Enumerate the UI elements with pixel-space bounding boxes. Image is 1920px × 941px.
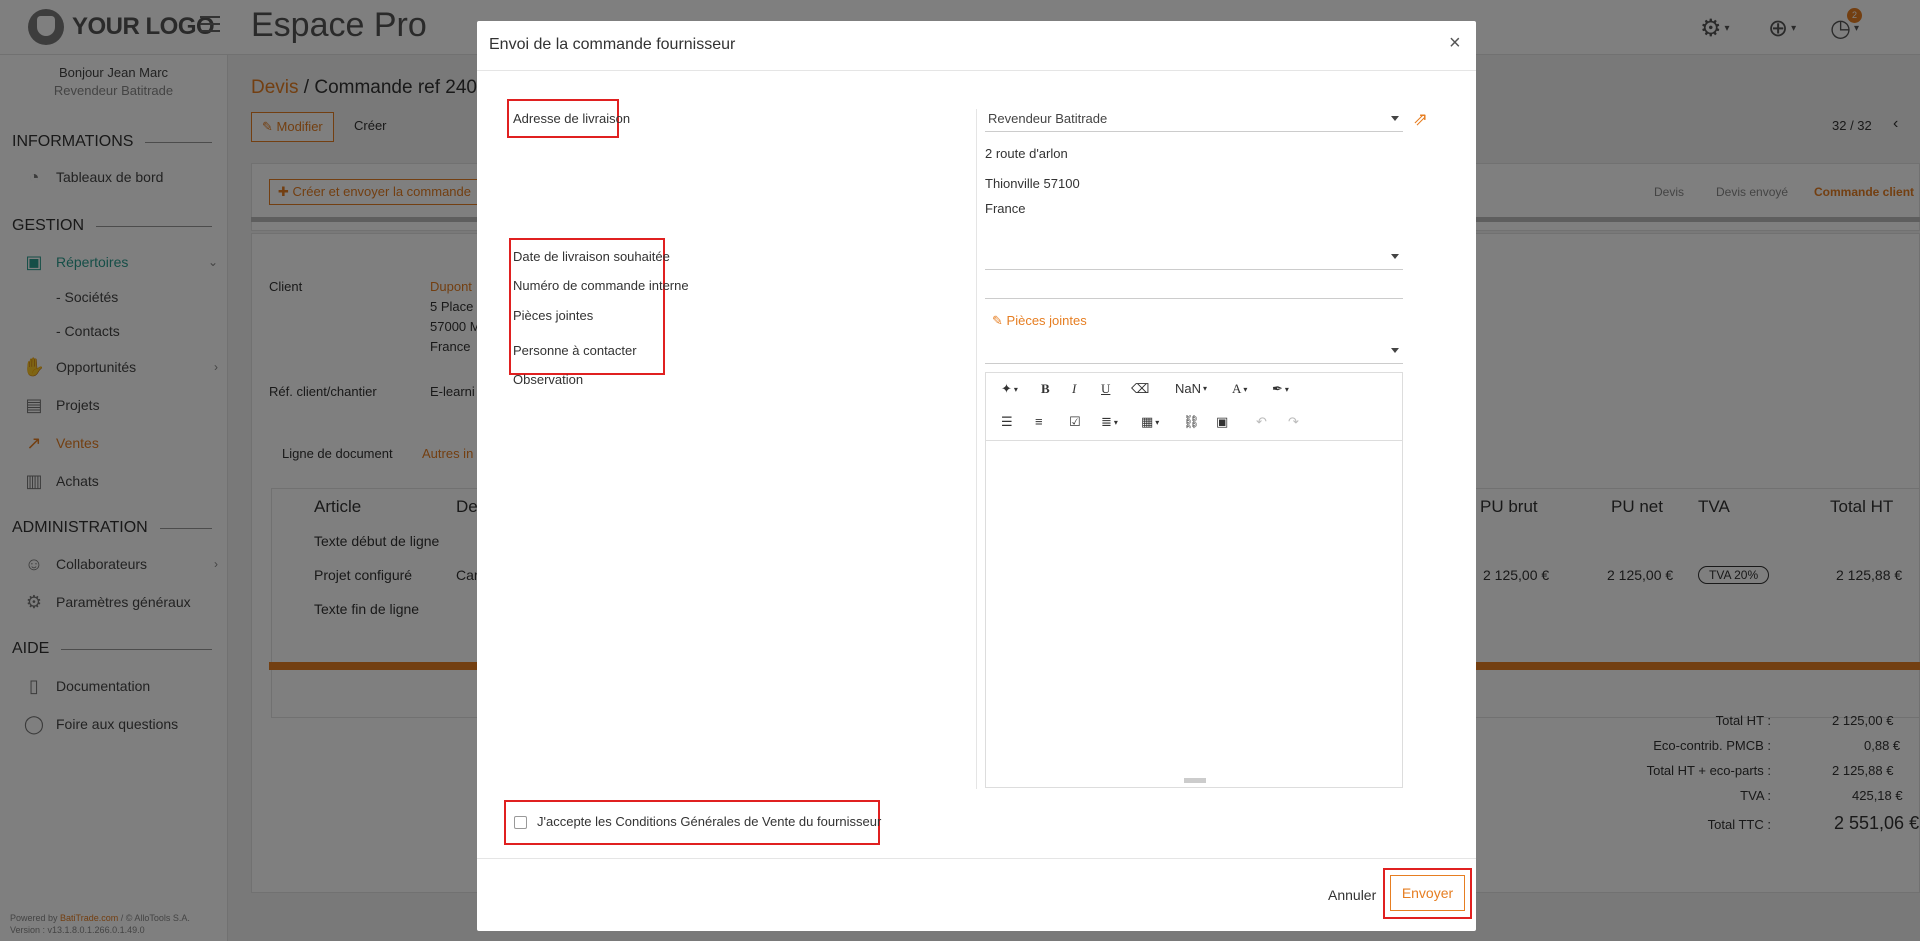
address-line: France [985,201,1026,216]
internal-order-input[interactable] [985,275,1403,299]
delivery-date-select[interactable] [985,246,1403,270]
magic-style-icon[interactable]: ✦ ▾ [1001,381,1018,397]
send-button[interactable]: Envoyer [1390,875,1465,911]
delivery-date-label: Date de livraison souhaitée [513,249,670,264]
address-line: Thionville 57100 [985,176,1080,191]
image-icon[interactable]: ▣ [1216,414,1228,430]
underline-icon[interactable]: U [1101,381,1110,397]
terms-label: J'accepte les Conditions Générales de Ve… [537,814,882,829]
link-icon[interactable]: ⛓ [1183,414,1200,430]
bullet-list-icon[interactable]: ☰ [1001,414,1013,430]
caret-down-icon [1391,116,1399,121]
brush-icon[interactable]: ✒ ▾ [1272,381,1289,397]
contact-person-label: Personne à contacter [513,343,637,358]
delivery-address-select[interactable]: Revendeur Batitrade [985,108,1403,132]
attachments-button[interactable]: ✎ Pièces jointes [992,313,1087,329]
modal-footer: Annuler Envoyer [477,858,1476,931]
numbered-list-icon[interactable]: ≡ [1035,414,1043,429]
bold-icon[interactable]: B [1041,381,1050,397]
internal-order-label: Numéro de commande interne [513,278,689,293]
delivery-address-selected: Revendeur Batitrade [988,111,1108,126]
undo-icon[interactable]: ↶ [1256,414,1267,430]
supplier-order-modal: Envoi de la commande fournisseur × Adres… [477,21,1476,931]
editor-resize-handle[interactable] [1184,778,1206,783]
font-size-value: NaN [1175,381,1202,396]
close-icon[interactable]: × [1449,33,1461,53]
external-link-icon[interactable]: ⇗ [1413,109,1428,130]
observation-label: Observation [513,372,584,387]
paperclip-icon: ✎ [992,313,1003,328]
delivery-address-label: Adresse de livraison [513,111,631,126]
modal-header: Envoi de la commande fournisseur × [477,21,1476,71]
eraser-icon[interactable]: ⌫ [1131,381,1149,397]
redo-icon[interactable]: ↷ [1288,414,1299,430]
checklist-icon[interactable]: ☑ [1069,414,1081,430]
cancel-button[interactable]: Annuler [1328,887,1376,903]
form-column-divider [976,109,977,789]
terms-checkbox[interactable] [514,816,527,829]
address-line: 2 route d'arlon [985,146,1068,161]
observation-editor[interactable]: ✦ ▾ B I U ⌫ NaN ▾ A ▾ ✒ ▾ ☰ ≡ ☑ ≣ ▾ ▦ ▾ ⛓ ▣ ↶ … [985,372,1403,788]
attachments-label: Pièces jointes [513,308,594,323]
font-color-icon[interactable]: A ▾ [1232,381,1247,397]
caret-down-icon [1391,254,1399,259]
attachments-button-label: Pièces jointes [1006,313,1087,328]
font-size-dropdown[interactable]: NaN ▾ [1175,381,1207,396]
editor-toolbar: ✦ ▾ B I U ⌫ NaN ▾ A ▾ ✒ ▾ ☰ ≡ ☑ ≣ ▾ ▦ ▾ ⛓ ▣ ↶ … [986,373,1402,441]
modal-title: Envoi de la commande fournisseur [489,36,736,53]
contact-person-select[interactable] [985,340,1403,364]
italic-icon[interactable]: I [1072,381,1076,397]
table-icon[interactable]: ▦ ▾ [1141,414,1159,430]
align-icon[interactable]: ≣ ▾ [1101,414,1118,430]
caret-down-icon [1391,348,1399,353]
